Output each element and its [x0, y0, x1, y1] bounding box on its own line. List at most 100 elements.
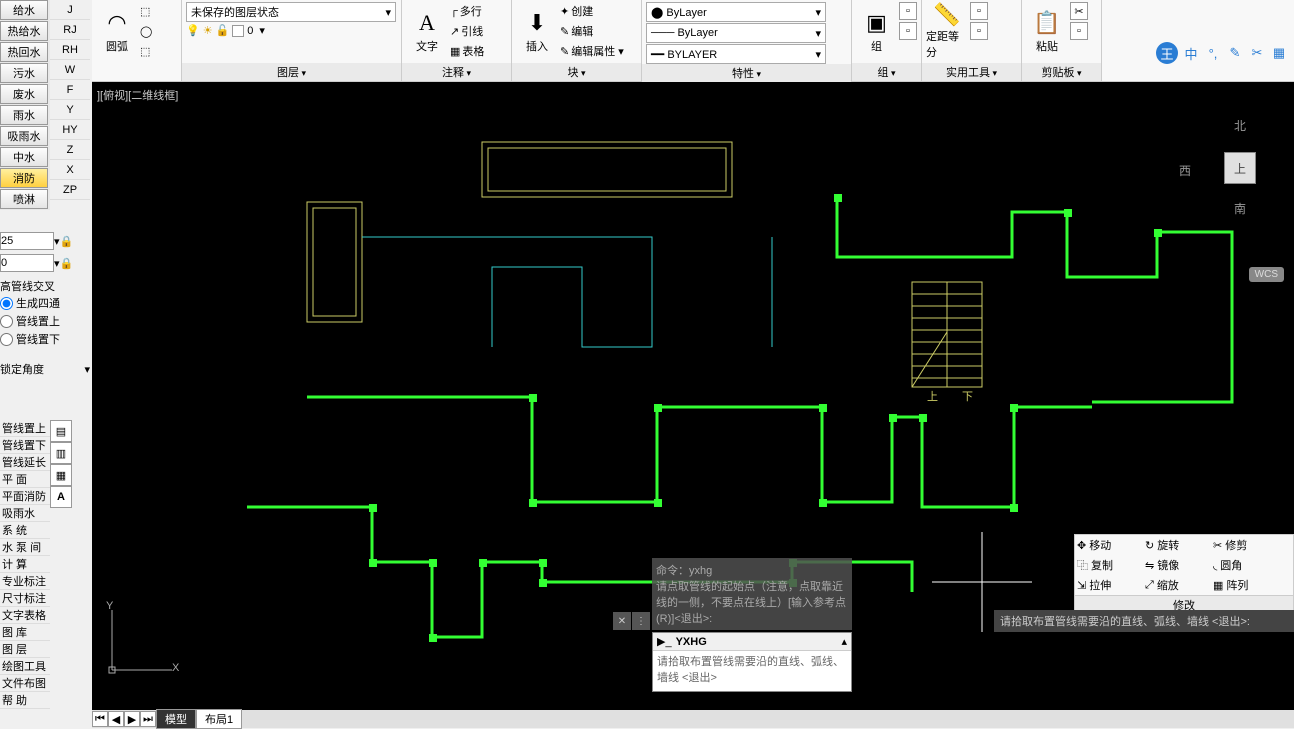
- lock-icon[interactable]: 🔓: [216, 24, 230, 37]
- scissors-icon[interactable]: ✂: [1248, 44, 1266, 62]
- view-cube[interactable]: 北 西 南 上: [1194, 122, 1284, 212]
- nav-top-face[interactable]: 上: [1224, 152, 1256, 184]
- side-cmd-7[interactable]: 水 泵 间: [0, 539, 50, 556]
- tool-icon[interactable]: ▤: [50, 420, 72, 442]
- group-tool[interactable]: ▫: [899, 2, 917, 20]
- drawing-canvas[interactable]: ][俯视][二维线框]: [92, 82, 1294, 710]
- text-button[interactable]: A 文字: [406, 2, 448, 60]
- spin-25[interactable]: [0, 232, 54, 250]
- tool-icon[interactable]: A: [50, 486, 72, 508]
- color-dropdown[interactable]: ⬤ ByLayer▾: [646, 2, 826, 22]
- spin-0[interactable]: [0, 254, 54, 272]
- pipe-type-5[interactable]: 雨水: [0, 105, 48, 125]
- nav-west[interactable]: 西: [1179, 162, 1191, 179]
- pipe-type-3[interactable]: 污水: [0, 63, 48, 83]
- sun-icon[interactable]: ☀: [203, 24, 213, 37]
- draw-tool[interactable]: ◯: [140, 22, 152, 40]
- arc-button[interactable]: ◠ 圆弧: [96, 2, 138, 60]
- grid-icon[interactable]: ▦: [1270, 44, 1288, 62]
- side-cmd-0[interactable]: 管线置上: [0, 420, 50, 437]
- edit-button[interactable]: ✎ 编辑: [560, 22, 624, 40]
- lock-icon[interactable]: 🔒: [60, 235, 74, 248]
- pipe-type-0[interactable]: 给水: [0, 0, 48, 20]
- util-tool[interactable]: ▫: [970, 2, 988, 20]
- tab-prev[interactable]: ◀: [108, 711, 124, 727]
- util-tool[interactable]: ▫: [970, 22, 988, 40]
- nav-north[interactable]: 北: [1234, 117, 1246, 134]
- side-cmd-2[interactable]: 管线延长: [0, 454, 50, 471]
- pipe-type-1[interactable]: 热给水: [0, 21, 48, 41]
- nav-south[interactable]: 南: [1234, 200, 1246, 217]
- move-button[interactable]: ✥ 移动: [1077, 537, 1137, 553]
- wcs-badge[interactable]: WCS: [1249, 267, 1284, 282]
- pipe-type-4[interactable]: 废水: [0, 84, 48, 104]
- tool-icon[interactable]: ▦: [50, 464, 72, 486]
- panel-label-clip[interactable]: 剪贴板: [1022, 63, 1101, 81]
- group-button[interactable]: ▣组: [856, 2, 897, 60]
- side-cmd-6[interactable]: 系 统: [0, 522, 50, 539]
- tab-next[interactable]: ▶: [124, 711, 140, 727]
- panel-label-block[interactable]: 块: [512, 63, 641, 81]
- tab-layout1[interactable]: 布局1: [196, 709, 242, 729]
- side-cmd-3[interactable]: 平 面: [0, 471, 50, 488]
- draw-tool[interactable]: ⬚: [140, 2, 152, 20]
- lock-icon[interactable]: 🔒: [60, 257, 74, 270]
- panel-label-layer[interactable]: 图层: [182, 63, 401, 81]
- side-cmd-9[interactable]: 专业标注: [0, 573, 50, 590]
- mirror-button[interactable]: ⇋ 镜像: [1145, 557, 1205, 573]
- layer-color[interactable]: [232, 25, 244, 37]
- fillet-button[interactable]: ◟ 圆角: [1213, 557, 1273, 573]
- side-cmd-16[interactable]: 帮 助: [0, 692, 50, 709]
- watermark-logo[interactable]: 王: [1156, 42, 1178, 64]
- create-button[interactable]: ✦ 创建: [560, 2, 624, 20]
- side-cmd-4[interactable]: 平面消防: [0, 488, 50, 505]
- side-cmd-14[interactable]: 绘图工具: [0, 658, 50, 675]
- measure-button[interactable]: 📏定距等分: [926, 2, 968, 60]
- close-icon[interactable]: ✕: [613, 612, 631, 630]
- table-button[interactable]: ▦ 表格: [450, 42, 484, 60]
- pipe-type-6[interactable]: 吸雨水: [0, 126, 48, 146]
- tab-last[interactable]: ⏭: [140, 711, 156, 727]
- pencil-icon[interactable]: ✎: [1226, 44, 1244, 62]
- wk-icon[interactable]: 中: [1182, 44, 1200, 62]
- panel-label-group[interactable]: 组: [852, 63, 921, 81]
- tab-model[interactable]: 模型: [156, 709, 196, 729]
- side-cmd-13[interactable]: 图 层: [0, 641, 50, 658]
- multiline-button[interactable]: ┌ 多行: [450, 2, 484, 20]
- command-input[interactable]: ▶_YXHG▴ 请拾取布置管线需要沿的直线、弧线、墙线 <退出>: [652, 632, 852, 692]
- radio-fourway[interactable]: 生成四通: [0, 294, 90, 312]
- copy-button[interactable]: ⿻ 复制: [1077, 557, 1137, 573]
- paste-button[interactable]: 📋粘贴: [1026, 2, 1068, 60]
- pipe-type-7[interactable]: 中水: [0, 147, 48, 167]
- radio-up[interactable]: 管线置上: [0, 312, 90, 330]
- scale-button[interactable]: ⤢ 缩放: [1145, 577, 1205, 593]
- leader-button[interactable]: ↗ 引线: [450, 22, 484, 40]
- layer-state-dropdown[interactable]: 未保存的图层状态▾: [186, 2, 396, 22]
- side-cmd-11[interactable]: 文字表格: [0, 607, 50, 624]
- pipe-type-8[interactable]: 消防: [0, 168, 48, 188]
- panel-label-props[interactable]: 特性: [642, 64, 851, 82]
- linetype-dropdown[interactable]: ─── ByLayer▾: [646, 23, 826, 43]
- rotate-button[interactable]: ↻ 旋转: [1145, 537, 1205, 553]
- lightbulb-icon[interactable]: 💡: [186, 24, 200, 37]
- side-cmd-10[interactable]: 尺寸标注: [0, 590, 50, 607]
- radio-down[interactable]: 管线置下: [0, 330, 90, 348]
- stretch-button[interactable]: ⇲ 拉伸: [1077, 577, 1137, 593]
- side-cmd-15[interactable]: 文件布图: [0, 675, 50, 692]
- panel-label-annotate[interactable]: 注释: [402, 63, 511, 81]
- side-cmd-12[interactable]: 图 库: [0, 624, 50, 641]
- clip-tool[interactable]: ✂: [1070, 2, 1088, 20]
- tab-first[interactable]: ⏮: [92, 711, 108, 727]
- side-cmd-5[interactable]: 吸雨水: [0, 505, 50, 522]
- clip-tool[interactable]: ▫: [1070, 22, 1088, 40]
- insert-button[interactable]: ⬇ 插入: [516, 2, 558, 60]
- panel-label-util[interactable]: 实用工具: [922, 63, 1021, 81]
- side-cmd-1[interactable]: 管线置下: [0, 437, 50, 454]
- side-cmd-8[interactable]: 计 算: [0, 556, 50, 573]
- chevron-up-icon[interactable]: ▴: [841, 635, 847, 648]
- group-tool[interactable]: ▫: [899, 22, 917, 40]
- wk-icon[interactable]: °,: [1204, 44, 1222, 62]
- draw-tool[interactable]: ⬚: [140, 42, 152, 60]
- pipe-type-9[interactable]: 喷淋: [0, 189, 48, 209]
- array-button[interactable]: ▦ 阵列: [1213, 577, 1273, 593]
